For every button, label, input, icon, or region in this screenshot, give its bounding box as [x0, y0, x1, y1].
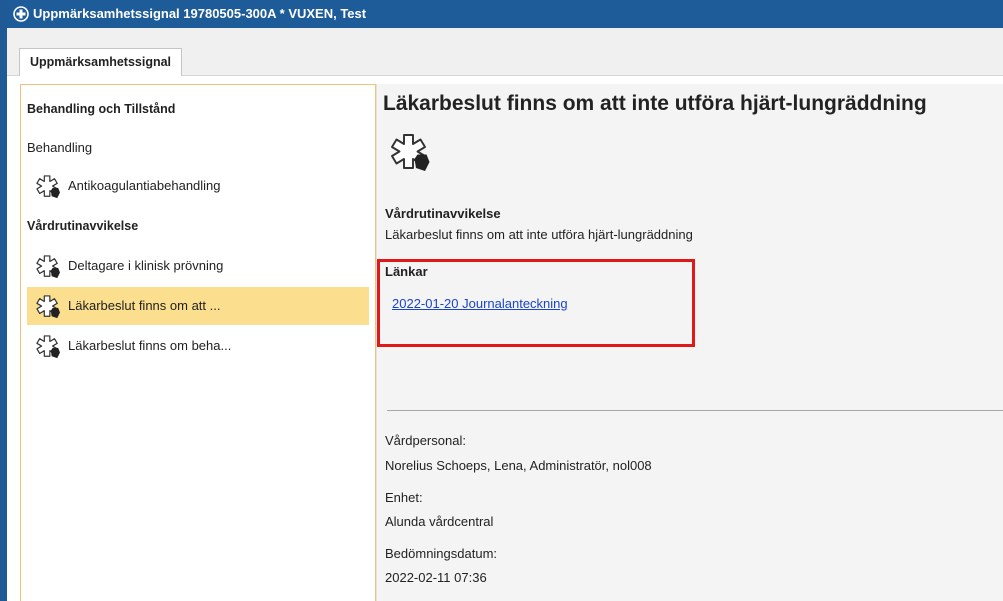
detail-title: Läkarbeslut finns om att inte utföra hjä… — [383, 92, 927, 115]
medical-star-icon — [35, 175, 61, 199]
medical-star-icon — [389, 131, 431, 175]
tab-uppmarksamhetssignal[interactable]: Uppmärksamhetssignal — [19, 48, 183, 76]
main-content: Behandling och Tillstånd Behandling Anti… — [7, 76, 1003, 601]
links-highlight-box — [377, 259, 695, 347]
staff-value: Norelius Schoeps, Lena, Administratör, n… — [385, 458, 652, 473]
category-label: Vårdrutinavvikelse — [385, 206, 501, 221]
section-heading-vardrutinavvikelse: Vårdrutinavvikelse — [27, 219, 139, 233]
staff-label: Vårdpersonal: — [385, 433, 466, 448]
section-heading-behandling-och-tillstand: Behandling och Tillstånd — [27, 102, 176, 116]
signal-detail-panel: Läkarbeslut finns om att inte utföra hjä… — [376, 84, 1003, 601]
assessment-date-value: 2022-02-11 07:36 — [385, 570, 487, 585]
tab-bar: Uppmärksamhetssignal — [7, 28, 1003, 76]
signal-list-panel: Behandling och Tillstånd Behandling Anti… — [20, 84, 376, 601]
list-item-label: Läkarbeslut finns om beha... — [68, 338, 232, 353]
subheading-behandling: Behandling — [27, 140, 93, 155]
section-divider — [387, 410, 1003, 411]
list-item-antikoagulantiabehandling[interactable]: Antikoagulantiabehandling — [27, 167, 369, 205]
medical-cross-icon — [13, 6, 29, 22]
list-item-label: Deltagare i klinisk prövning — [68, 258, 224, 273]
medical-star-icon — [35, 335, 61, 359]
attention-signal-window: Uppmärksamhetssignal 19780505-300A * VUX… — [7, 0, 1003, 601]
assessment-date-label: Bedömningsdatum: — [385, 546, 498, 561]
list-item-label: Antikoagulantiabehandling — [68, 178, 221, 193]
list-item-lakarbeslut-behandling[interactable]: Läkarbeslut finns om beha... — [27, 327, 369, 365]
list-item-deltagare-i-klinisk-provning[interactable]: Deltagare i klinisk prövning — [27, 247, 369, 285]
window-title: Uppmärksamhetssignal 19780505-300A * VUX… — [33, 6, 367, 21]
left-edge-strip — [0, 0, 7, 601]
medical-star-icon — [35, 255, 61, 279]
medical-star-icon — [35, 295, 61, 319]
description-text: Läkarbeslut finns om att inte utföra hjä… — [385, 227, 693, 242]
unit-value: Alunda vårdcentral — [385, 514, 494, 529]
list-item-lakarbeslut-hlr-selected[interactable]: Läkarbeslut finns om att ... — [27, 287, 369, 325]
unit-label: Enhet: — [385, 490, 423, 505]
title-bar: Uppmärksamhetssignal 19780505-300A * VUX… — [7, 0, 1003, 28]
list-item-label: Läkarbeslut finns om att ... — [68, 298, 221, 313]
